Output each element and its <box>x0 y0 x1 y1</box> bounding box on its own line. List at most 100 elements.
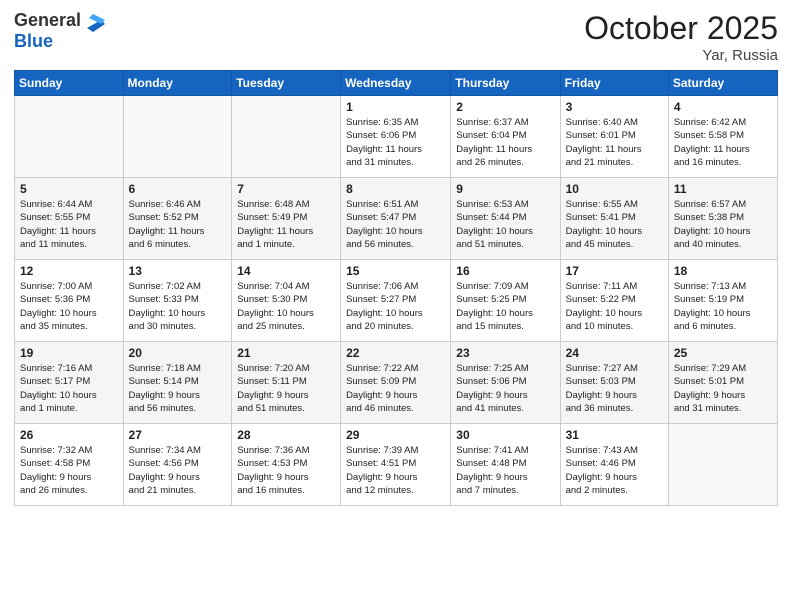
day-info: Sunrise: 7:32 AMSunset: 4:58 PMDaylight:… <box>20 444 118 497</box>
week-row-2: 5Sunrise: 6:44 AMSunset: 5:55 PMDaylight… <box>15 178 778 260</box>
location: Yar, Russia <box>584 47 778 64</box>
day-info: Sunrise: 6:53 AMSunset: 5:44 PMDaylight:… <box>456 198 554 251</box>
day-info: Sunrise: 7:06 AMSunset: 5:27 PMDaylight:… <box>346 280 445 333</box>
logo-icon <box>83 10 105 32</box>
day-cell: 8Sunrise: 6:51 AMSunset: 5:47 PMDaylight… <box>341 178 451 260</box>
day-number: 31 <box>566 428 663 442</box>
day-cell: 10 Sunrise: 6:55 AMSunset: 5:41 PMDayligh… <box>560 178 668 260</box>
day-number: 28 <box>237 428 335 442</box>
day-info: Sunrise: 7:04 AMSunset: 5:30 PMDaylight:… <box>237 280 335 333</box>
header-row: SundayMondayTuesdayWednesdayThursdayFrid… <box>15 71 778 96</box>
day-number: 29 <box>346 428 445 442</box>
day-cell <box>668 424 777 506</box>
logo: General Blue <box>14 10 105 52</box>
day-number: 10 <box>566 182 663 196</box>
day-cell: 2 Sunrise: 6:37 AMSunset: 6:04 PMDaylight… <box>451 96 560 178</box>
day-number: 19 <box>20 346 118 360</box>
day-cell: 21 Sunrise: 7:20 AMSunset: 5:11 PMDayligh… <box>232 342 341 424</box>
day-info: Sunrise: 7:41 AMSunset: 4:48 PMDaylight:… <box>456 444 554 497</box>
day-cell: 31Sunrise: 7:43 AMSunset: 4:46 PMDayligh… <box>560 424 668 506</box>
day-cell: 11Sunrise: 6:57 AMSunset: 5:38 PMDayligh… <box>668 178 777 260</box>
day-number: 20 <box>129 346 227 360</box>
day-number: 9 <box>456 182 554 196</box>
calendar: SundayMondayTuesdayWednesdayThursdayFrid… <box>14 70 778 506</box>
col-header-thursday: Thursday <box>451 71 560 96</box>
day-number: 12 <box>20 264 118 278</box>
day-cell <box>232 96 341 178</box>
col-header-saturday: Saturday <box>668 71 777 96</box>
day-info: Sunrise: 7:22 AMSunset: 5:09 PMDaylight:… <box>346 362 445 415</box>
day-info: Sunrise: 7:29 AMSunset: 5:01 PMDaylight:… <box>674 362 772 415</box>
day-info: Sunrise: 6:48 AMSunset: 5:49 PMDaylight:… <box>237 198 335 251</box>
day-number: 7 <box>237 182 335 196</box>
day-cell: 24 Sunrise: 7:27 AMSunset: 5:03 PMDayligh… <box>560 342 668 424</box>
day-cell: 4Sunrise: 6:42 AMSunset: 5:58 PMDaylight… <box>668 96 777 178</box>
day-info: Sunrise: 7:18 AMSunset: 5:14 PMDaylight:… <box>129 362 227 415</box>
day-number: 22 <box>346 346 445 360</box>
day-cell: 20 Sunrise: 7:18 AMSunset: 5:14 PMDayligh… <box>123 342 232 424</box>
day-cell: 1 Sunrise: 6:35 AMSunset: 6:06 PMDaylight… <box>341 96 451 178</box>
day-info: Sunrise: 7:34 AMSunset: 4:56 PMDaylight:… <box>129 444 227 497</box>
day-number: 4 <box>674 100 772 114</box>
day-info: Sunrise: 7:13 AMSunset: 5:19 PMDaylight:… <box>674 280 772 333</box>
day-cell <box>123 96 232 178</box>
day-info: Sunrise: 6:40 AMSunset: 6:01 PMDaylight:… <box>566 116 663 169</box>
day-cell: 3 Sunrise: 6:40 AMSunset: 6:01 PMDaylight… <box>560 96 668 178</box>
week-row-1: 1 Sunrise: 6:35 AMSunset: 6:06 PMDaylight… <box>15 96 778 178</box>
title-block: October 2025 Yar, Russia <box>584 10 778 64</box>
day-number: 14 <box>237 264 335 278</box>
day-number: 16 <box>456 264 554 278</box>
logo-blue: Blue <box>14 32 105 52</box>
day-info: Sunrise: 6:46 AMSunset: 5:52 PMDaylight:… <box>129 198 227 251</box>
day-info: Sunrise: 7:02 AMSunset: 5:33 PMDaylight:… <box>129 280 227 333</box>
day-number: 25 <box>674 346 772 360</box>
day-number: 6 <box>129 182 227 196</box>
day-number: 13 <box>129 264 227 278</box>
day-cell: 12 Sunrise: 7:00 AMSunset: 5:36 PMDayligh… <box>15 260 124 342</box>
month-title: October 2025 <box>584 10 778 47</box>
day-cell: 23Sunrise: 7:25 AMSunset: 5:06 PMDayligh… <box>451 342 560 424</box>
week-row-4: 19 Sunrise: 7:16 AMSunset: 5:17 PMDayligh… <box>15 342 778 424</box>
week-row-3: 12 Sunrise: 7:00 AMSunset: 5:36 PMDayligh… <box>15 260 778 342</box>
col-header-wednesday: Wednesday <box>341 71 451 96</box>
day-cell: 22 Sunrise: 7:22 AMSunset: 5:09 PMDayligh… <box>341 342 451 424</box>
day-cell: 14 Sunrise: 7:04 AMSunset: 5:30 PMDayligh… <box>232 260 341 342</box>
day-info: Sunrise: 6:35 AMSunset: 6:06 PMDaylight:… <box>346 116 445 169</box>
day-cell: 27Sunrise: 7:34 AMSunset: 4:56 PMDayligh… <box>123 424 232 506</box>
day-cell: 30Sunrise: 7:41 AMSunset: 4:48 PMDayligh… <box>451 424 560 506</box>
col-header-friday: Friday <box>560 71 668 96</box>
col-header-monday: Monday <box>123 71 232 96</box>
day-cell: 19 Sunrise: 7:16 AMSunset: 5:17 PMDayligh… <box>15 342 124 424</box>
day-info: Sunrise: 7:20 AMSunset: 5:11 PMDaylight:… <box>237 362 335 415</box>
day-cell <box>15 96 124 178</box>
col-header-sunday: Sunday <box>15 71 124 96</box>
day-info: Sunrise: 6:55 AMSunset: 5:41 PMDaylight:… <box>566 198 663 251</box>
day-info: Sunrise: 7:27 AMSunset: 5:03 PMDaylight:… <box>566 362 663 415</box>
day-info: Sunrise: 7:36 AMSunset: 4:53 PMDaylight:… <box>237 444 335 497</box>
day-info: Sunrise: 7:00 AMSunset: 5:36 PMDaylight:… <box>20 280 118 333</box>
day-info: Sunrise: 7:16 AMSunset: 5:17 PMDaylight:… <box>20 362 118 415</box>
day-info: Sunrise: 7:11 AMSunset: 5:22 PMDaylight:… <box>566 280 663 333</box>
day-number: 2 <box>456 100 554 114</box>
header: General Blue October 2025 Yar, Russia <box>14 10 778 64</box>
day-number: 3 <box>566 100 663 114</box>
day-number: 15 <box>346 264 445 278</box>
day-number: 24 <box>566 346 663 360</box>
col-header-tuesday: Tuesday <box>232 71 341 96</box>
day-number: 1 <box>346 100 445 114</box>
day-info: Sunrise: 6:37 AMSunset: 6:04 PMDaylight:… <box>456 116 554 169</box>
day-cell: 15 Sunrise: 7:06 AMSunset: 5:27 PMDayligh… <box>341 260 451 342</box>
day-number: 26 <box>20 428 118 442</box>
day-number: 17 <box>566 264 663 278</box>
week-row-5: 26 Sunrise: 7:32 AMSunset: 4:58 PMDayligh… <box>15 424 778 506</box>
day-number: 21 <box>237 346 335 360</box>
logo-general: General <box>14 11 81 31</box>
day-info: Sunrise: 7:09 AMSunset: 5:25 PMDaylight:… <box>456 280 554 333</box>
day-info: Sunrise: 7:39 AMSunset: 4:51 PMDaylight:… <box>346 444 445 497</box>
day-cell: 18Sunrise: 7:13 AMSunset: 5:19 PMDayligh… <box>668 260 777 342</box>
day-cell: 7 Sunrise: 6:48 AMSunset: 5:49 PMDaylight… <box>232 178 341 260</box>
day-cell: 25 Sunrise: 7:29 AMSunset: 5:01 PMDayligh… <box>668 342 777 424</box>
day-info: Sunrise: 6:51 AMSunset: 5:47 PMDaylight:… <box>346 198 445 251</box>
day-cell: 6 Sunrise: 6:46 AMSunset: 5:52 PMDaylight… <box>123 178 232 260</box>
page: General Blue October 2025 Yar, Russia Su… <box>0 0 792 612</box>
